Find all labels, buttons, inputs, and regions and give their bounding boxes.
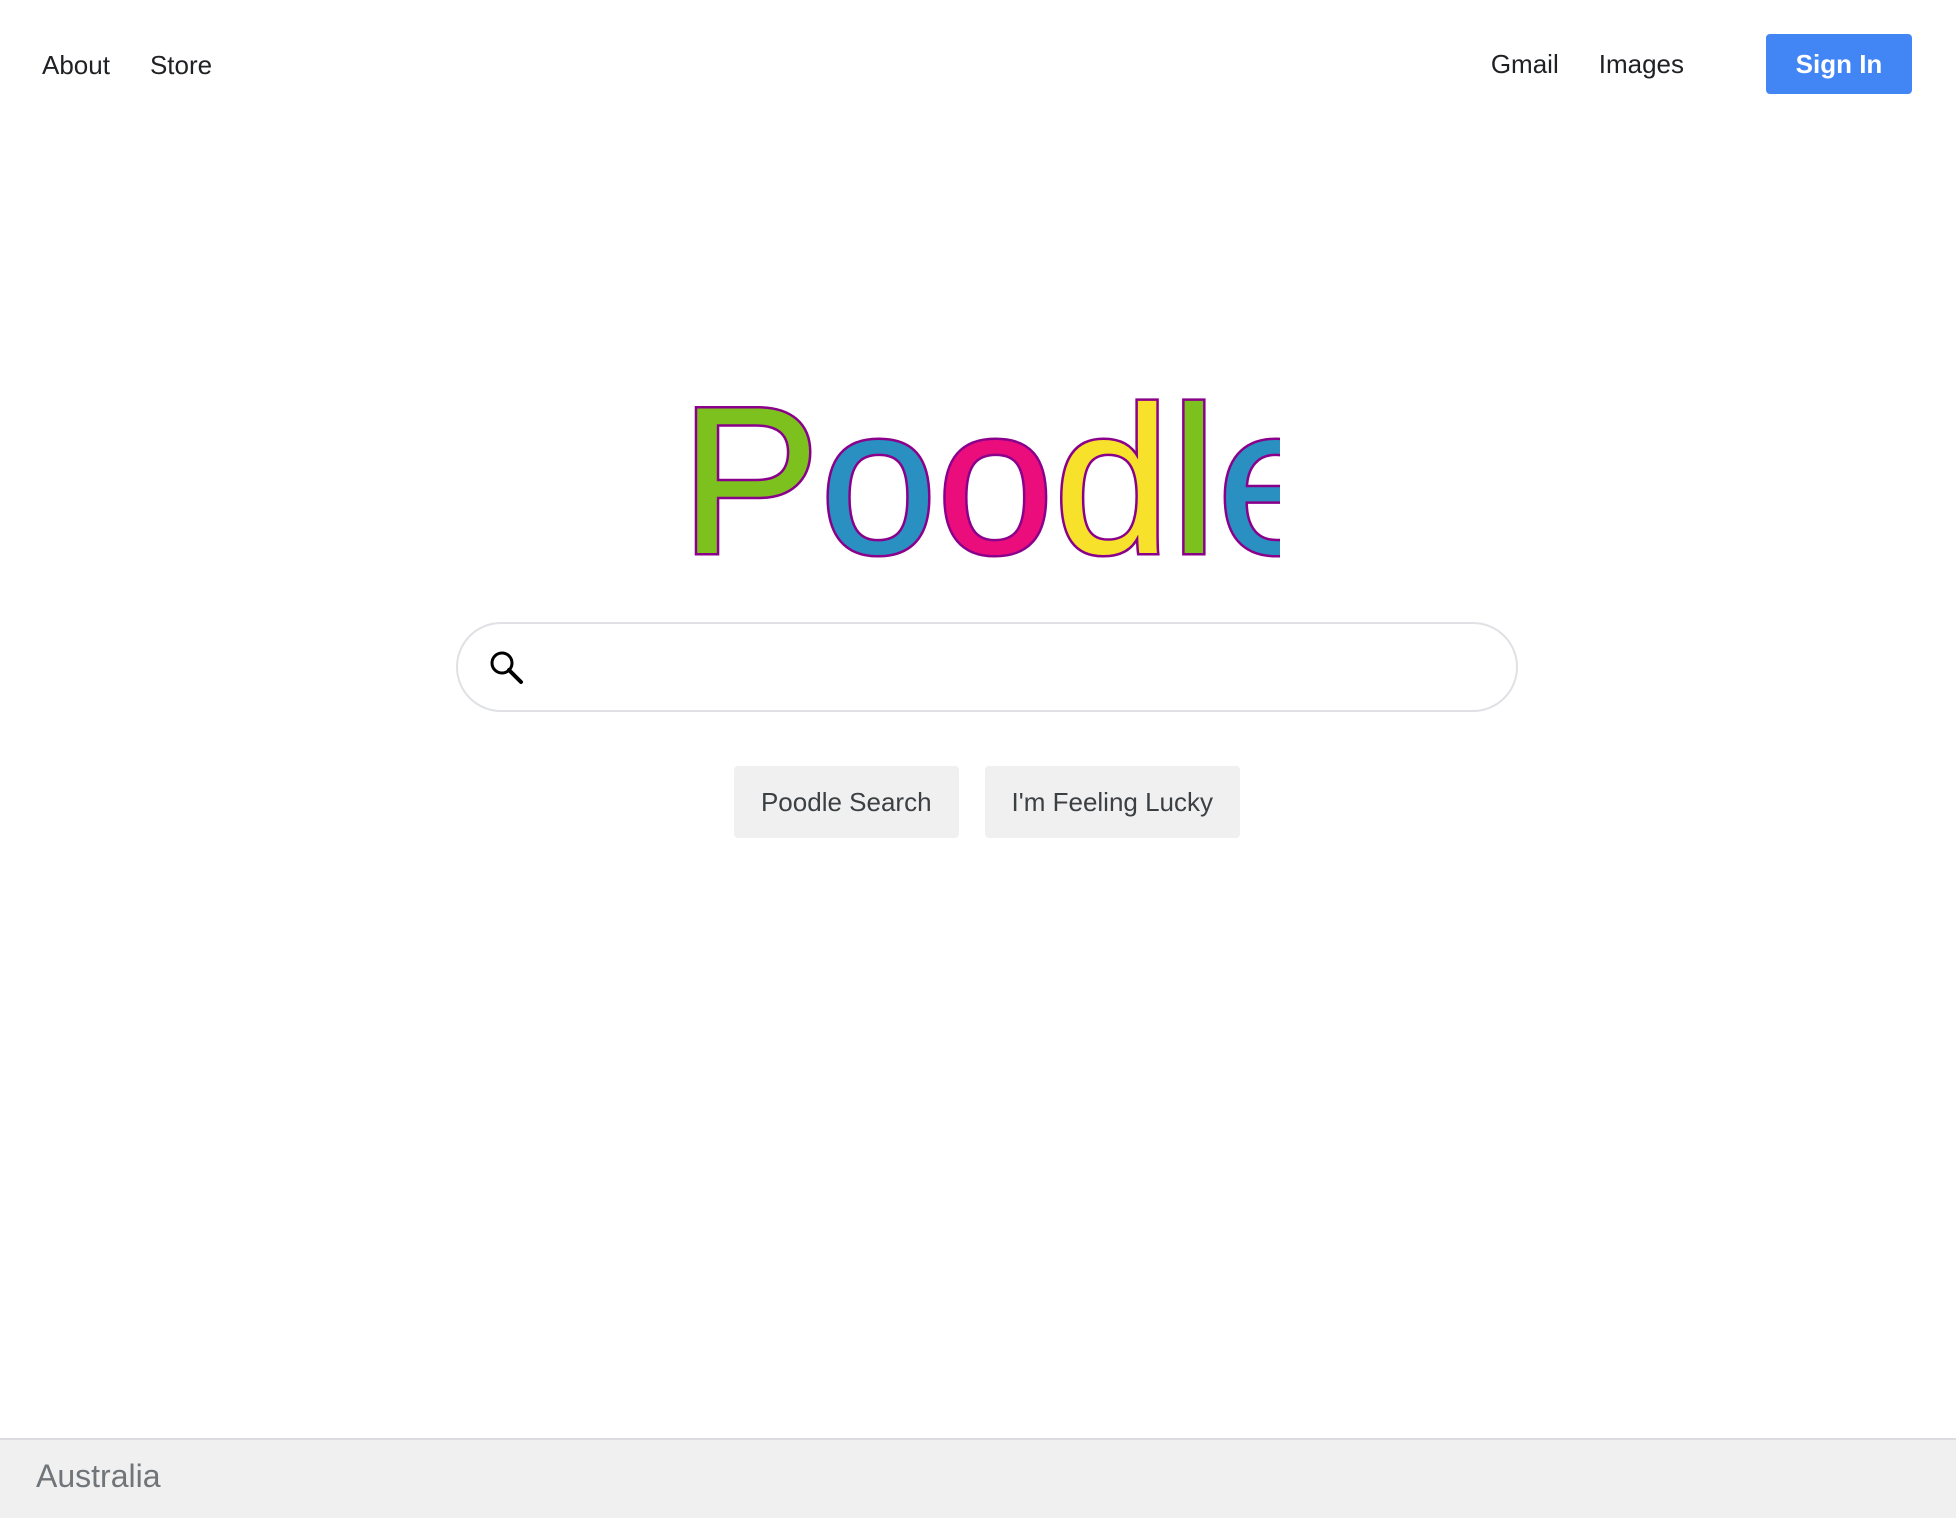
store-link[interactable]: Store (150, 40, 212, 90)
footer-location: Australia (36, 1458, 161, 1494)
logo-letter-e: e (1217, 385, 1280, 565)
gmail-link[interactable]: Gmail (1491, 39, 1559, 89)
search-icon (490, 651, 523, 684)
about-link[interactable]: About (42, 40, 110, 90)
sign-in-button[interactable]: Sign In (1766, 34, 1912, 94)
poodle-search-button[interactable]: Poodle Search (733, 766, 959, 838)
feeling-lucky-button[interactable]: I'm Feeling Lucky (984, 766, 1241, 838)
images-link[interactable]: Images (1599, 39, 1684, 89)
search-buttons: Poodle Search I'm Feeling Lucky (0, 766, 1956, 838)
footer: Australia (0, 1438, 1956, 1518)
top-nav-left: About Store (42, 40, 212, 90)
logo-letter-o1: o (820, 385, 937, 565)
top-nav-right: Gmail Images Sign In (1491, 34, 1912, 94)
logo-letter-d: d (1054, 385, 1171, 565)
poodle-logo-text: Poodle (680, 385, 1280, 565)
poodle-logo: Poodle (680, 385, 1280, 565)
logo-letter-p: P (680, 385, 820, 565)
search-input[interactable] (542, 636, 1480, 698)
logo-letter-o2: o (937, 385, 1054, 565)
logo-letter-l: l (1170, 385, 1217, 565)
search-box[interactable] (456, 622, 1518, 712)
poodle-homepage: About Store Gmail Images Sign In Poodle … (0, 0, 1956, 1518)
